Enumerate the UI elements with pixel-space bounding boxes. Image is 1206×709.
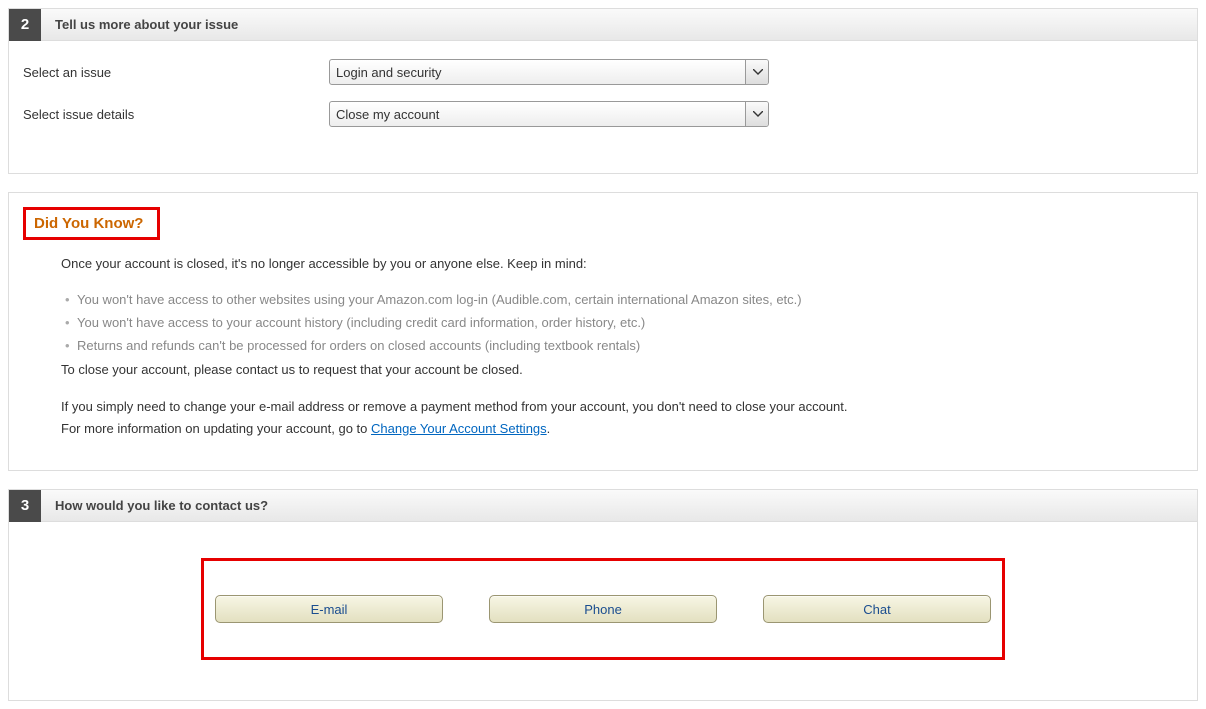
email-button[interactable]: E-mail (215, 595, 443, 623)
step3-number: 3 (9, 490, 41, 522)
step2-body: Select an issue Login and security Selec… (9, 41, 1197, 173)
info-close-line: To close your account, please contact us… (61, 360, 1175, 380)
step2-section: 2 Tell us more about your issue Select a… (8, 8, 1198, 174)
info-para2-suffix: . (547, 421, 551, 436)
contact-buttons-group: E-mail Phone Chat (201, 558, 1005, 660)
step2-number: 2 (9, 9, 41, 41)
info-bullet: Returns and refunds can't be processed f… (61, 334, 1175, 357)
issue-details-label: Select issue details (19, 107, 329, 122)
did-you-know-box: Did You Know? Once your account is close… (8, 192, 1198, 471)
step3-title: How would you like to contact us? (55, 498, 268, 513)
issue-details-select-wrapper[interactable]: Close my account (329, 101, 769, 127)
issue-select[interactable]: Login and security (329, 59, 769, 85)
info-para-1: If you simply need to change your e-mail… (61, 397, 1175, 417)
info-bullet: You won't have access to your account hi… (61, 311, 1175, 334)
chat-button[interactable]: Chat (763, 595, 991, 623)
info-para2-prefix: For more information on updating your ac… (61, 421, 371, 436)
info-para-2: For more information on updating your ac… (61, 419, 1175, 439)
issue-details-row: Select issue details Close my account (19, 101, 1187, 127)
step2-header: 2 Tell us more about your issue (9, 9, 1197, 41)
issue-label: Select an issue (19, 65, 329, 80)
step3-section: 3 How would you like to contact us? E-ma… (8, 489, 1198, 701)
issue-select-wrapper[interactable]: Login and security (329, 59, 769, 85)
step3-body: E-mail Phone Chat (9, 522, 1197, 700)
step3-header: 3 How would you like to contact us? (9, 490, 1197, 522)
issue-details-select[interactable]: Close my account (329, 101, 769, 127)
info-list: You won't have access to other websites … (61, 288, 1175, 358)
info-bullet: You won't have access to other websites … (61, 288, 1175, 311)
did-you-know-heading: Did You Know? (23, 207, 160, 240)
info-content: Once your account is closed, it's no lon… (23, 254, 1175, 438)
step2-title: Tell us more about your issue (55, 17, 238, 32)
info-intro: Once your account is closed, it's no lon… (61, 254, 1175, 274)
phone-button[interactable]: Phone (489, 595, 717, 623)
change-account-settings-link[interactable]: Change Your Account Settings (371, 421, 547, 436)
issue-row: Select an issue Login and security (19, 59, 1187, 85)
